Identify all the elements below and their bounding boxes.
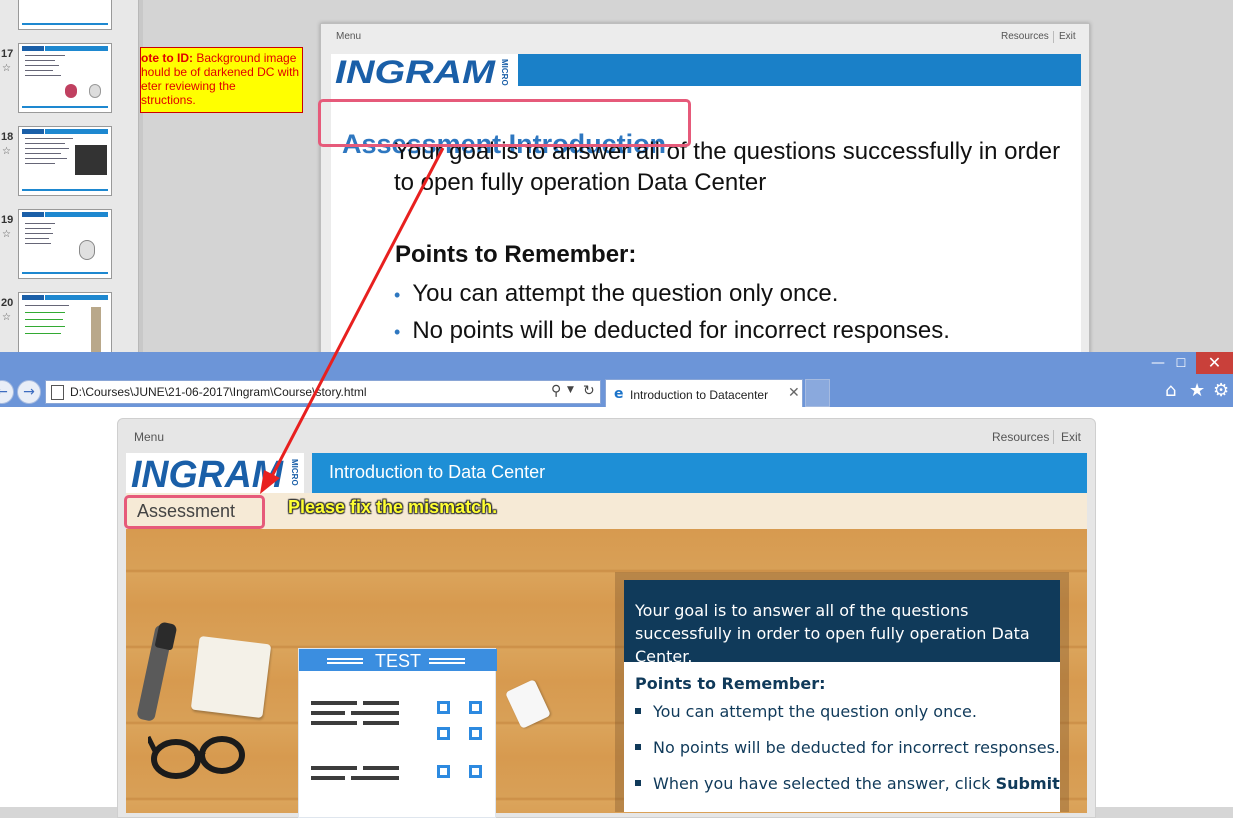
- slide-thumbnail-16[interactable]: [18, 0, 112, 30]
- browser-tab[interactable]: e Introduction to Datacenter ✕: [605, 379, 803, 407]
- note-line: structions.: [141, 93, 196, 107]
- browser-nav-bar: ← → D:\Courses\JUNE\21-06-2017\Ingram\Co…: [0, 377, 1233, 407]
- svg-text:INGRAM: INGRAM: [335, 56, 497, 86]
- animation-star-icon: ☆: [2, 229, 11, 240]
- home-icon[interactable]: ⌂: [1165, 380, 1176, 401]
- chevron-down-icon[interactable]: ▼: [567, 385, 574, 395]
- slide-menu-link[interactable]: Menu: [336, 31, 361, 42]
- search-icon[interactable]: ⚲: [551, 383, 561, 399]
- divider: [1053, 31, 1054, 43]
- ingram-logo: INGRAM MICRO: [131, 454, 299, 496]
- minimize-button[interactable]: —: [1144, 352, 1172, 374]
- slide-thumbnail-20[interactable]: [18, 292, 112, 352]
- svg-text:INGRAM: INGRAM: [131, 454, 284, 493]
- list-item: When you have selected the answer, click…: [635, 774, 1060, 793]
- refresh-icon[interactable]: ↻: [583, 383, 595, 399]
- logo-area: INGRAM MICRO: [126, 453, 304, 496]
- animation-star-icon: ☆: [2, 63, 11, 74]
- checkbox-illustration: [469, 765, 482, 778]
- tab-title[interactable]: Introduction to Datacenter: [630, 388, 768, 402]
- sticky-note-illustration: [190, 635, 272, 719]
- slide-resources-link[interactable]: Resources: [1001, 31, 1049, 42]
- checkbox-illustration: [437, 701, 450, 714]
- resources-link[interactable]: Resources: [992, 430, 1049, 444]
- info-panel-header: Your goal is to answer all of the questi…: [624, 580, 1060, 666]
- list-item: You can attempt the question only once.: [635, 702, 977, 721]
- note-prefix: ote to ID:: [141, 51, 193, 65]
- note-line: Background image: [196, 51, 297, 65]
- ingram-logo: INGRAM MICRO: [335, 56, 509, 86]
- slide-bullet: • No points will be deducted for incorrec…: [394, 317, 950, 344]
- slide-number: 17: [1, 48, 14, 60]
- new-tab-button[interactable]: [805, 379, 830, 407]
- powerpoint-editor: 17 ☆ 18 ☆ 19 ☆ 20 ☆ ote to ID: Backgroun…: [0, 0, 1233, 352]
- slide-exit-link[interactable]: Exit: [1059, 31, 1076, 42]
- review-comment: Please fix the mismatch.: [288, 497, 498, 517]
- ie-icon: e: [614, 386, 624, 402]
- animation-star-icon: ☆: [2, 146, 11, 157]
- svg-text:MICRO: MICRO: [500, 59, 509, 86]
- checkbox-illustration: [437, 765, 450, 778]
- checkbox-illustration: [469, 701, 482, 714]
- goal-text: Your goal is to answer all of the questi…: [635, 601, 1030, 666]
- divider: [1053, 430, 1054, 444]
- slide-thumbnail-18[interactable]: [18, 126, 112, 196]
- slide-bullet: • You can attempt the question only once.: [394, 280, 839, 307]
- slide-thumbnail-pane: 17 ☆ 18 ☆ 19 ☆ 20 ☆: [0, 0, 139, 352]
- menu-link[interactable]: Menu: [134, 430, 164, 444]
- info-panel: Your goal is to answer all of the questi…: [624, 580, 1060, 812]
- slide-header-bar: [518, 54, 1081, 86]
- note-line: hould be of darkened DC with: [141, 65, 300, 79]
- maximize-button[interactable]: ☐: [1172, 352, 1190, 374]
- list-item: No points will be deducted for incorrect…: [635, 738, 1060, 757]
- close-tab-icon[interactable]: ✕: [788, 385, 800, 401]
- checkbox-illustration: [437, 727, 450, 740]
- back-button[interactable]: ←: [0, 380, 14, 404]
- note-line: eter reviewing the: [141, 79, 236, 93]
- slide-number: 20: [1, 297, 14, 309]
- page-icon: [51, 385, 64, 400]
- glasses-icon: [148, 735, 245, 779]
- highlight-box-slide-title: [318, 99, 691, 147]
- favorites-icon[interactable]: ★: [1189, 380, 1205, 401]
- slide-points-heading: Points to Remember:: [395, 241, 637, 268]
- test-sheet-illustration: TEST: [298, 648, 497, 818]
- designer-note: ote to ID: Background image hould be of …: [140, 47, 303, 113]
- forward-button[interactable]: →: [17, 380, 41, 404]
- points-heading: Points to Remember:: [635, 674, 826, 693]
- highlight-box-section-title: [124, 495, 265, 529]
- exit-link[interactable]: Exit: [1061, 430, 1081, 444]
- animation-star-icon: ☆: [2, 312, 11, 323]
- close-window-button[interactable]: ✕: [1196, 352, 1233, 374]
- slide-number: 19: [1, 214, 14, 226]
- gear-icon[interactable]: ⚙: [1213, 380, 1229, 401]
- section-bar: [126, 493, 1087, 529]
- slide-number: 18: [1, 131, 14, 143]
- browser-title-bar: — ☐ ✕: [0, 352, 1233, 377]
- svg-text:MICRO: MICRO: [290, 459, 299, 486]
- slide-preview: Menu Resources Exit INGRAM MICRO Assessm…: [320, 23, 1090, 352]
- checkbox-illustration: [469, 727, 482, 740]
- course-title: Introduction to Data Center: [329, 462, 546, 482]
- slide-thumbnail-19[interactable]: [18, 209, 112, 279]
- address-text[interactable]: D:\Courses\JUNE\21-06-2017\Ingram\Course…: [70, 385, 367, 399]
- slide-thumbnail-17[interactable]: [18, 43, 112, 113]
- test-label: TEST: [374, 651, 421, 671]
- address-bar[interactable]: D:\Courses\JUNE\21-06-2017\Ingram\Course…: [45, 380, 601, 404]
- course-header-bar: Introduction to Data Center: [312, 453, 1087, 493]
